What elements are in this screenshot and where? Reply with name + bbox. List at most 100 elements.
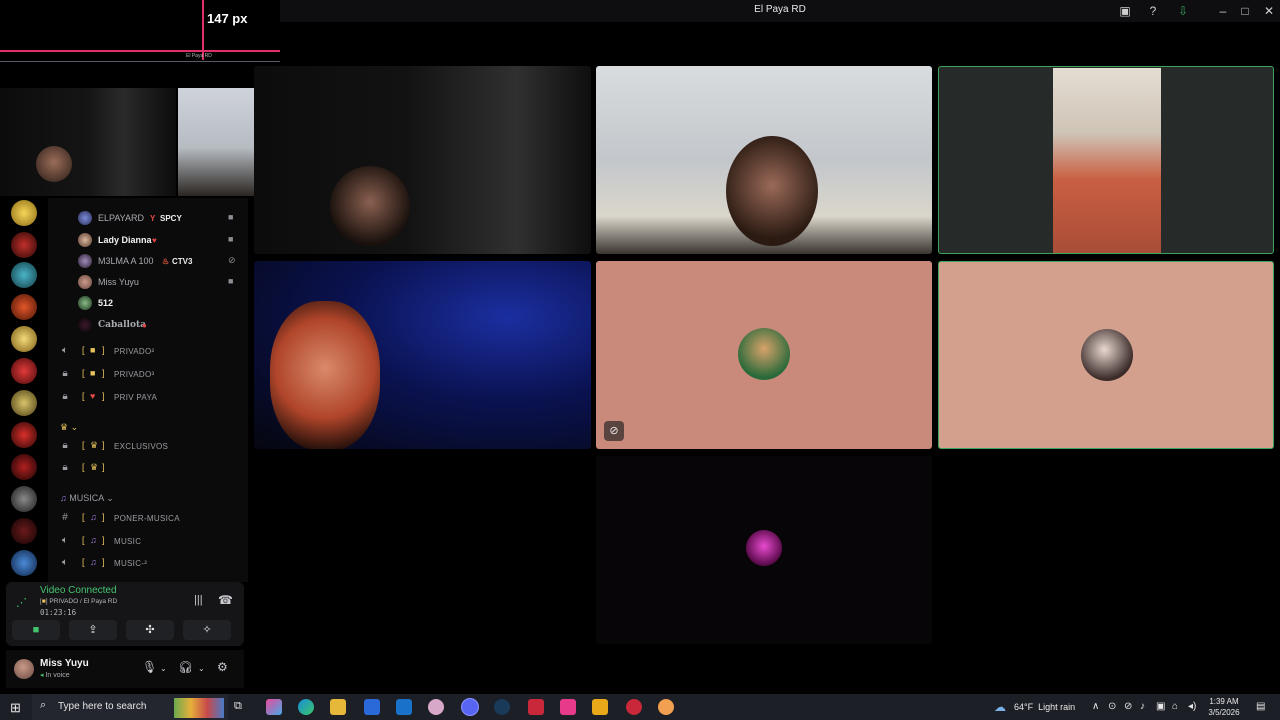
volume-icon[interactable]: ◂) bbox=[1188, 701, 1196, 712]
app-icon[interactable] bbox=[658, 699, 674, 715]
headphones-icon[interactable]: 🎧︎ bbox=[178, 660, 193, 674]
avatar bbox=[78, 254, 92, 268]
voice-member[interactable]: ELPAYARD Y SPCY ■ bbox=[78, 210, 248, 226]
tiktok-icon[interactable] bbox=[560, 699, 576, 715]
video-tile[interactable]: ⊘ bbox=[596, 261, 932, 449]
screen-share-button[interactable]: ⇪ bbox=[69, 620, 117, 640]
help-icon[interactable]: ? bbox=[1146, 4, 1160, 18]
server-icon[interactable] bbox=[11, 200, 37, 226]
outlook-icon[interactable] bbox=[396, 699, 412, 715]
video-tile[interactable] bbox=[254, 66, 591, 254]
video-tile[interactable] bbox=[596, 66, 932, 254]
channel-privado-2[interactable]: 🔈︎ [■] PRIVADO² bbox=[58, 343, 238, 361]
avatar[interactable] bbox=[14, 659, 34, 679]
lock-icon: 🔒︎ bbox=[62, 440, 68, 451]
inbox-icon[interactable]: ▣ bbox=[1118, 4, 1132, 18]
network-icon[interactable]: ⌂ bbox=[1172, 701, 1178, 712]
steam-icon[interactable] bbox=[494, 699, 510, 715]
channel-privado-3[interactable]: 🔒︎ [■] PRIVADO³ bbox=[58, 366, 238, 384]
file-explorer-icon[interactable] bbox=[330, 699, 346, 715]
voice-member[interactable]: 512 bbox=[78, 295, 248, 311]
server-icon[interactable] bbox=[11, 294, 37, 320]
server-icon[interactable] bbox=[11, 422, 37, 448]
camera-button[interactable]: ■ bbox=[12, 620, 60, 640]
microphone-icon[interactable]: ♪ bbox=[1140, 701, 1145, 712]
lock-icon: 🔒︎ bbox=[62, 391, 68, 402]
weather-widget[interactable]: 64°F Light rain bbox=[1014, 702, 1075, 712]
user-name[interactable]: Miss Yuyu bbox=[40, 658, 89, 669]
server-icon[interactable] bbox=[11, 486, 37, 512]
signal-icon[interactable]: ⋰ bbox=[16, 596, 27, 609]
channel-poner-musica[interactable]: # [♫] PONER-MUSICA bbox=[58, 510, 238, 528]
channel-crown[interactable]: 🔒︎ [♛] bbox=[58, 460, 238, 478]
disconnect-icon[interactable]: ☎ bbox=[218, 593, 233, 607]
server-icon[interactable] bbox=[11, 232, 37, 258]
channel-exclusivos[interactable]: 🔒︎ [♛] EXCLUSIVOS bbox=[58, 438, 238, 456]
copilot-icon[interactable] bbox=[266, 699, 282, 715]
participant-face bbox=[726, 136, 818, 246]
voice-member[interactable]: Miss Yuyu ■ bbox=[78, 274, 248, 290]
voice-member[interactable]: Caballota ● bbox=[78, 317, 248, 333]
category-musica[interactable]: ♫ MUSICA ⌄ bbox=[60, 493, 114, 504]
windows-start-icon[interactable]: ⊞ bbox=[10, 700, 21, 716]
server-icon[interactable] bbox=[11, 262, 37, 288]
task-view-icon[interactable]: ⧉ bbox=[234, 700, 242, 713]
video-tile[interactable] bbox=[596, 456, 932, 644]
app-icon[interactable] bbox=[528, 699, 544, 715]
mini-caption: El Paya RD bbox=[186, 53, 212, 59]
video-tile-speaking[interactable] bbox=[938, 66, 1274, 254]
server-icon[interactable] bbox=[11, 326, 37, 352]
edge-icon[interactable] bbox=[298, 699, 314, 715]
voice-status[interactable]: Video Connected bbox=[40, 585, 117, 596]
minimize-icon[interactable]: – bbox=[1216, 4, 1230, 18]
clock[interactable]: 1:39 AM 3/5/2026 bbox=[1204, 696, 1244, 718]
tray-icon[interactable]: ⊘ bbox=[1124, 701, 1132, 712]
weather-icon[interactable]: ☁ bbox=[994, 700, 1006, 714]
notifications-icon[interactable]: ▤ bbox=[1256, 701, 1265, 712]
chevron-down-icon[interactable]: ⌄ bbox=[160, 664, 167, 673]
voice-channel-name[interactable]: [■] PRIVADO / El Paya RD bbox=[40, 598, 117, 605]
channel-music-2[interactable]: 🔈︎ [♫] MUSIC-² bbox=[58, 555, 238, 573]
activities-button[interactable]: ✣ bbox=[126, 620, 174, 640]
noise-suppression-icon[interactable]: ||| bbox=[194, 594, 203, 606]
taskbar-search[interactable]: ⌕ Type here to search bbox=[32, 694, 228, 720]
channel-music[interactable]: 🔈︎ [♫] MUSIC bbox=[58, 533, 238, 551]
voice-member[interactable]: Lady Dianna ♥ ■ bbox=[78, 232, 248, 248]
soundboard-button[interactable]: ✧ bbox=[183, 620, 231, 640]
server-icon[interactable] bbox=[11, 390, 37, 416]
participant-avatar bbox=[746, 530, 782, 566]
channel-priv-paya[interactable]: 🔒︎ [♥] PRIV PAYA bbox=[58, 389, 238, 407]
crown-icon: ♛ bbox=[90, 462, 99, 472]
search-placeholder: Type here to search bbox=[58, 701, 147, 712]
microphone-icon[interactable]: 🎙︎ bbox=[142, 660, 157, 674]
gear-icon[interactable]: ⚙ bbox=[217, 660, 228, 674]
crown-category-icon[interactable]: ♛ ⌄ bbox=[60, 422, 78, 433]
download-icon[interactable]: ⇩ bbox=[1176, 4, 1190, 18]
chevron-up-icon[interactable]: ∧ bbox=[1092, 701, 1099, 712]
app-icon[interactable] bbox=[592, 699, 608, 715]
video-tile-speaking[interactable] bbox=[938, 261, 1274, 449]
video-tile[interactable] bbox=[254, 261, 591, 449]
server-icon[interactable] bbox=[11, 454, 37, 480]
search-icon: ⌕ bbox=[40, 699, 47, 711]
server-icon[interactable] bbox=[11, 550, 37, 576]
voice-panel: ⋰ Video Connected [■] PRIVADO / El Paya … bbox=[6, 582, 244, 646]
music-note-icon: ♫ bbox=[90, 557, 97, 567]
discord-icon[interactable] bbox=[462, 699, 478, 715]
close-icon[interactable]: ✕ bbox=[1262, 4, 1276, 18]
tray-icon[interactable]: ⊙ bbox=[1108, 701, 1116, 712]
participant-avatar bbox=[738, 328, 790, 380]
tray-icon[interactable]: ▣ bbox=[1156, 701, 1165, 712]
speaker-icon: 🔈︎ bbox=[62, 557, 68, 568]
app-icon[interactable] bbox=[626, 699, 642, 715]
server-icon[interactable] bbox=[11, 358, 37, 384]
voice-elapsed: 01:23:16 bbox=[40, 608, 77, 617]
server-icon[interactable] bbox=[11, 518, 37, 544]
voice-member[interactable]: M3LMA A 100 ♨ CTV3 ⊘ bbox=[78, 253, 248, 269]
maximize-icon[interactable]: □ bbox=[1238, 4, 1252, 18]
chevron-down-icon[interactable]: ⌄ bbox=[198, 664, 205, 673]
avatar bbox=[78, 211, 92, 225]
store-icon[interactable] bbox=[364, 699, 380, 715]
app-icon[interactable] bbox=[428, 699, 444, 715]
mini-video-preview bbox=[0, 88, 176, 196]
